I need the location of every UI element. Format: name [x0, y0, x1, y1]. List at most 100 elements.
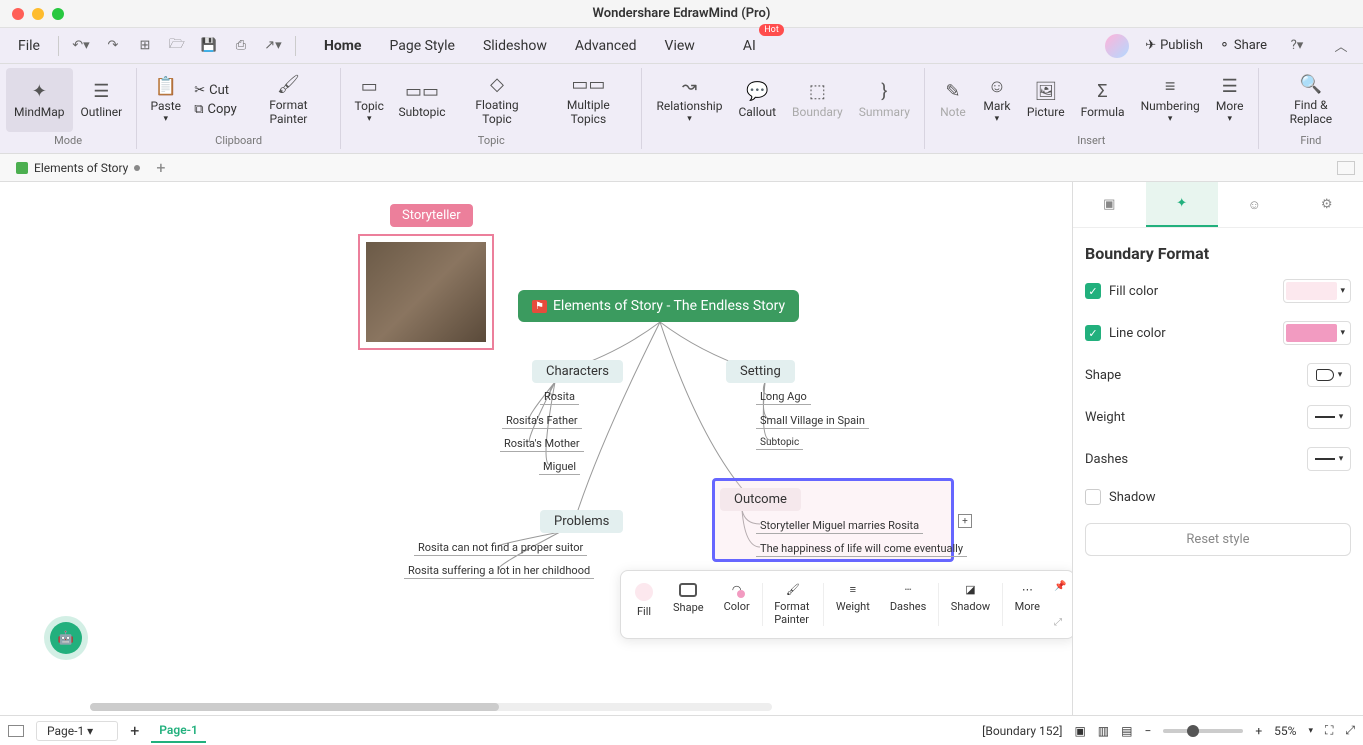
shadow-checkbox[interactable]: [1085, 489, 1101, 505]
file-menu[interactable]: File: [8, 34, 50, 58]
pin-icon[interactable]: 📌: [1054, 581, 1066, 592]
shape-picker[interactable]: ▾: [1307, 363, 1351, 387]
view-mode-3[interactable]: ▤: [1121, 724, 1132, 738]
multiple-topics-button[interactable]: ▭▭Multiple Topics: [541, 68, 635, 132]
panel-tab-layout[interactable]: ▣: [1073, 182, 1146, 227]
fill-color-checkbox[interactable]: ✓: [1085, 283, 1101, 299]
expand-icon[interactable]: ⤢: [1054, 617, 1066, 628]
leaf-happiness[interactable]: The happiness of life will come eventual…: [756, 541, 967, 557]
picture-button[interactable]: 🖼Picture: [1019, 68, 1073, 132]
boundary-button[interactable]: ⬚Boundary: [784, 68, 851, 132]
find-replace-button[interactable]: 🔍Find & Replace: [1265, 68, 1357, 132]
ft-dashes[interactable]: ┄Dashes: [880, 579, 936, 630]
tab-slideshow[interactable]: Slideshow: [479, 32, 551, 60]
paste-button[interactable]: 📋Paste▾: [143, 68, 188, 132]
mark-button[interactable]: ☺Mark▾: [975, 68, 1019, 132]
leaf-miguel[interactable]: Miguel: [539, 459, 580, 475]
save-button[interactable]: 💾: [195, 32, 223, 60]
central-topic[interactable]: ⚑ Elements of Story - The Endless Story: [518, 290, 799, 322]
view-mode-1[interactable]: ▣: [1074, 724, 1085, 738]
reset-style-button[interactable]: Reset style: [1085, 523, 1351, 556]
expand-handle[interactable]: +: [958, 514, 972, 528]
panel-tab-mark[interactable]: ☺: [1218, 182, 1291, 227]
horizontal-scrollbar[interactable]: [90, 703, 772, 711]
tab-home[interactable]: Home: [320, 32, 365, 60]
line-color-picker[interactable]: ▾: [1283, 321, 1351, 345]
callout-button[interactable]: 💬Callout: [730, 68, 784, 132]
floating-topic-button[interactable]: ◇Floating Topic: [453, 68, 542, 132]
topic-button[interactable]: ▭Topic▾: [347, 68, 391, 132]
panel-tab-format[interactable]: ✦: [1146, 182, 1219, 227]
zoom-level[interactable]: 55%: [1274, 724, 1296, 738]
add-page-button[interactable]: +: [130, 721, 139, 740]
outliner-mode-button[interactable]: ☰Outliner: [73, 68, 131, 132]
minimize-window[interactable]: [32, 8, 44, 20]
subtopic-button[interactable]: ▭▭Subtopic: [391, 68, 452, 132]
tab-ai[interactable]: AI Hot: [739, 32, 760, 60]
ft-shadow[interactable]: ◪Shadow: [941, 579, 1000, 630]
format-painter-button[interactable]: 🖌Format Painter: [243, 68, 334, 132]
branch-problems[interactable]: Problems: [540, 510, 623, 533]
ft-format-painter[interactable]: 🖌Format Painter: [764, 579, 821, 630]
canvas[interactable]: Storyteller ⚑ Elements of Story - The En…: [0, 182, 1072, 715]
export-button[interactable]: ↗▾: [259, 32, 287, 60]
leaf-rosita-father[interactable]: Rosita's Father: [502, 413, 582, 429]
user-avatar[interactable]: [1105, 34, 1129, 58]
cut-button[interactable]: ✂Cut: [188, 81, 243, 100]
publish-button[interactable]: ✈Publish: [1145, 38, 1203, 53]
weight-picker[interactable]: ▾: [1307, 405, 1351, 429]
branch-outcome[interactable]: Outcome: [720, 488, 801, 511]
tab-advanced[interactable]: Advanced: [571, 32, 641, 60]
sidebar-toggle-icon[interactable]: [8, 725, 24, 737]
page-tab[interactable]: Page-1: [151, 719, 206, 743]
leaf-village[interactable]: Small Village in Spain: [756, 413, 869, 429]
fill-color-picker[interactable]: ▾: [1283, 279, 1351, 303]
ft-fill[interactable]: Fill: [625, 579, 663, 630]
share-button[interactable]: ⚬Share: [1219, 38, 1267, 53]
ft-more[interactable]: ⋯More: [1005, 579, 1050, 630]
image-node[interactable]: [358, 234, 494, 350]
line-color-checkbox[interactable]: ✓: [1085, 325, 1101, 341]
numbering-button[interactable]: ≡Numbering▾: [1133, 68, 1208, 132]
leaf-rosita-mother[interactable]: Rosita's Mother: [500, 436, 584, 452]
page-selector[interactable]: Page-1 ▾: [36, 721, 118, 741]
leaf-suitor[interactable]: Rosita can not find a proper suitor: [414, 540, 587, 556]
help-button[interactable]: ?▾: [1283, 32, 1311, 60]
branch-characters[interactable]: Characters: [532, 360, 623, 383]
note-button[interactable]: ✎Note: [931, 68, 975, 132]
view-mode-2[interactable]: ▥: [1098, 724, 1109, 738]
mindmap-mode-button[interactable]: ✦MindMap: [6, 68, 73, 132]
collapse-ribbon[interactable]: ︿: [1327, 32, 1355, 60]
ft-shape[interactable]: Shape: [663, 579, 714, 630]
copy-button[interactable]: ⧉Copy: [188, 100, 243, 119]
leaf-marries[interactable]: Storyteller Miguel marries Rosita: [756, 518, 923, 534]
leaf-rosita[interactable]: Rosita: [540, 389, 579, 405]
ft-weight[interactable]: ≡Weight: [826, 579, 880, 630]
leaf-childhood[interactable]: Rosita suffering a lot in her childhood: [404, 563, 594, 579]
formula-button[interactable]: ΣFormula: [1073, 68, 1133, 132]
open-button[interactable]: 🗁: [163, 32, 191, 60]
ai-assistant-button[interactable]: 🤖: [50, 622, 82, 654]
print-button[interactable]: ⎙: [227, 32, 255, 60]
relationship-button[interactable]: ↝Relationship▾: [648, 68, 730, 132]
branch-setting[interactable]: Setting: [726, 360, 795, 383]
leaf-subtopic[interactable]: Subtopic: [756, 436, 803, 450]
more-insert-button[interactable]: ☰More▾: [1208, 68, 1252, 132]
panel-toggle[interactable]: [1337, 161, 1355, 175]
add-tab-button[interactable]: +: [156, 158, 165, 177]
panel-tab-settings[interactable]: ⚙: [1291, 182, 1363, 227]
zoom-slider[interactable]: [1163, 729, 1243, 733]
close-window[interactable]: [12, 8, 24, 20]
leaf-long-ago[interactable]: Long Ago: [756, 389, 811, 405]
tab-view[interactable]: View: [661, 32, 699, 60]
document-tab[interactable]: Elements of Story: [8, 157, 148, 179]
floating-topic-storyteller[interactable]: Storyteller: [390, 204, 473, 227]
summary-button[interactable]: }Summary: [851, 68, 918, 132]
undo-button[interactable]: ↶▾: [67, 32, 95, 60]
ft-color[interactable]: ◠Color: [714, 579, 760, 630]
fullscreen[interactable]: ⤢: [1345, 723, 1355, 738]
redo-button[interactable]: ↷: [99, 32, 127, 60]
zoom-out[interactable]: −: [1144, 724, 1151, 738]
tab-page-style[interactable]: Page Style: [385, 32, 458, 60]
fit-screen[interactable]: ⛶: [1325, 723, 1333, 738]
